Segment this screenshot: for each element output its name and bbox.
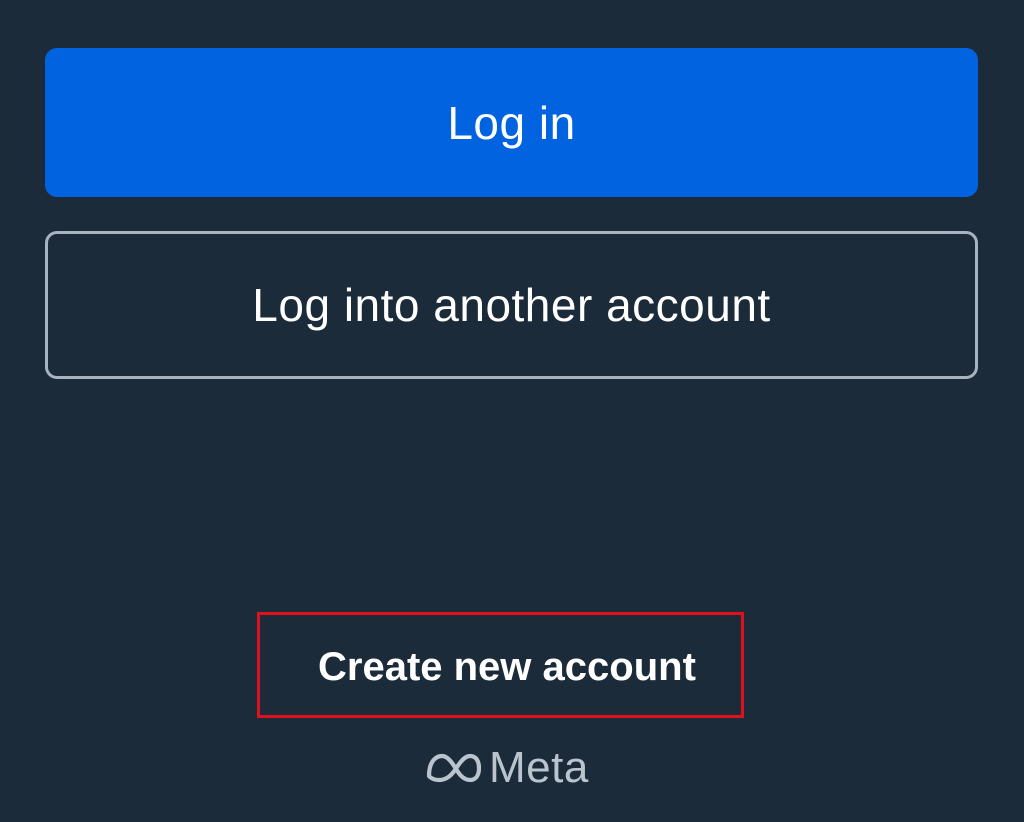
login-another-account-button[interactable]: Log into another account bbox=[45, 231, 978, 379]
login-button-label: Log in bbox=[447, 96, 576, 149]
meta-wordmark: Meta bbox=[489, 743, 589, 792]
login-another-account-label: Log into another account bbox=[252, 279, 771, 331]
create-new-account-link[interactable]: Create new account bbox=[318, 637, 696, 697]
meta-brand: Meta bbox=[425, 742, 589, 794]
meta-infinity-logo-icon bbox=[426, 753, 482, 783]
login-button[interactable]: Log in bbox=[45, 48, 978, 197]
